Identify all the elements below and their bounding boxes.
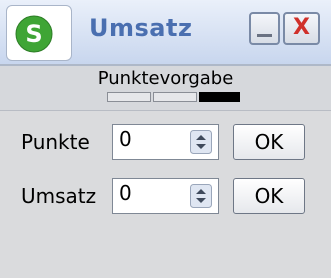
preset-indicator-3[interactable]	[199, 92, 240, 102]
title-bar[interactable]: S Umsatz X	[0, 0, 331, 66]
preset-indicator-2[interactable]	[153, 92, 197, 102]
revenue-label: Umsatz	[21, 184, 97, 208]
close-icon: X	[293, 15, 310, 40]
minimize-icon	[257, 34, 272, 37]
points-value[interactable]: 0	[119, 127, 132, 151]
preset-indicator-1[interactable]	[107, 92, 151, 102]
app-icon-button[interactable]: S	[6, 5, 72, 61]
section-title: Punktevorgabe	[97, 68, 234, 89]
spin-updown-icon[interactable]	[190, 130, 212, 154]
app-icon-glyph: S	[25, 20, 42, 48]
window: S Umsatz X Punktevorgabe Punkte 0 OK Ums…	[0, 0, 331, 278]
revenue-value[interactable]: 0	[119, 181, 132, 205]
points-label: Punkte	[21, 130, 90, 154]
revenue-spinner[interactable]: 0	[112, 178, 219, 214]
revenue-ok-button[interactable]: OK	[233, 178, 305, 214]
minimize-button[interactable]	[249, 12, 280, 45]
points-spinner[interactable]: 0	[112, 124, 219, 160]
close-button[interactable]: X	[283, 12, 320, 45]
points-ok-button[interactable]: OK	[233, 124, 305, 160]
spin-updown-icon[interactable]	[190, 184, 212, 208]
window-title: Umsatz	[89, 14, 193, 42]
points-preset-section: Punktevorgabe	[0, 66, 331, 111]
app-icon: S	[15, 15, 53, 53]
